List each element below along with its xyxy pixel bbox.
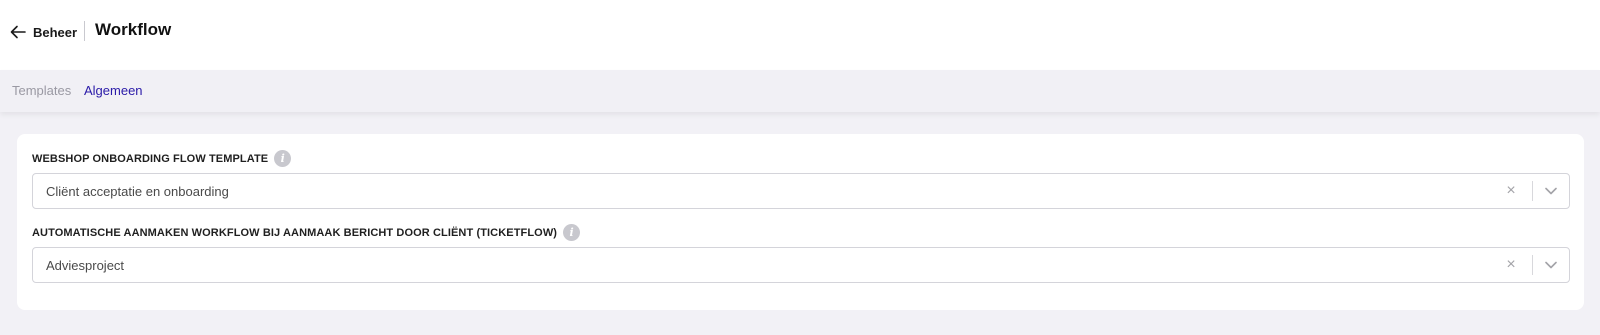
webshop-onboarding-select[interactable]: Cliënt acceptatie en onboarding × bbox=[32, 173, 1570, 209]
back-button[interactable]: Beheer bbox=[10, 21, 77, 43]
field-label-ticketflow: AUTOMATISCHE AANMAKEN WORKFLOW BIJ AANMA… bbox=[32, 224, 581, 241]
settings-card: WEBSHOP ONBOARDING FLOW TEMPLATE i Cliën… bbox=[17, 134, 1584, 310]
select-value: Adviesproject bbox=[46, 258, 125, 273]
field-label-webshop-onboarding: WEBSHOP ONBOARDING FLOW TEMPLATE i bbox=[32, 150, 292, 167]
page-title: Workflow bbox=[95, 20, 172, 39]
tab-bar: Templates Algemeen bbox=[0, 70, 1600, 112]
clear-icon[interactable]: × bbox=[1497, 248, 1525, 282]
arrow-left-icon bbox=[10, 25, 26, 39]
select-value: Cliënt acceptatie en onboarding bbox=[46, 184, 229, 199]
info-icon[interactable]: i bbox=[563, 224, 581, 241]
tab-templates[interactable]: Templates bbox=[12, 83, 71, 98]
chevron-down-icon[interactable] bbox=[1533, 248, 1569, 282]
back-label: Beheer bbox=[33, 24, 78, 40]
field-label-text: WEBSHOP ONBOARDING FLOW TEMPLATE bbox=[32, 152, 269, 165]
field-label-text: AUTOMATISCHE AANMAKEN WORKFLOW BIJ AANMA… bbox=[32, 226, 558, 239]
header-divider bbox=[84, 21, 85, 41]
ticketflow-select[interactable]: Adviesproject × bbox=[32, 247, 1570, 283]
header-bar: Beheer Workflow bbox=[0, 0, 1600, 70]
chevron-down-icon[interactable] bbox=[1533, 174, 1569, 208]
info-icon[interactable]: i bbox=[274, 150, 292, 167]
clear-icon[interactable]: × bbox=[1497, 174, 1525, 208]
tab-algemeen[interactable]: Algemeen bbox=[84, 83, 143, 98]
